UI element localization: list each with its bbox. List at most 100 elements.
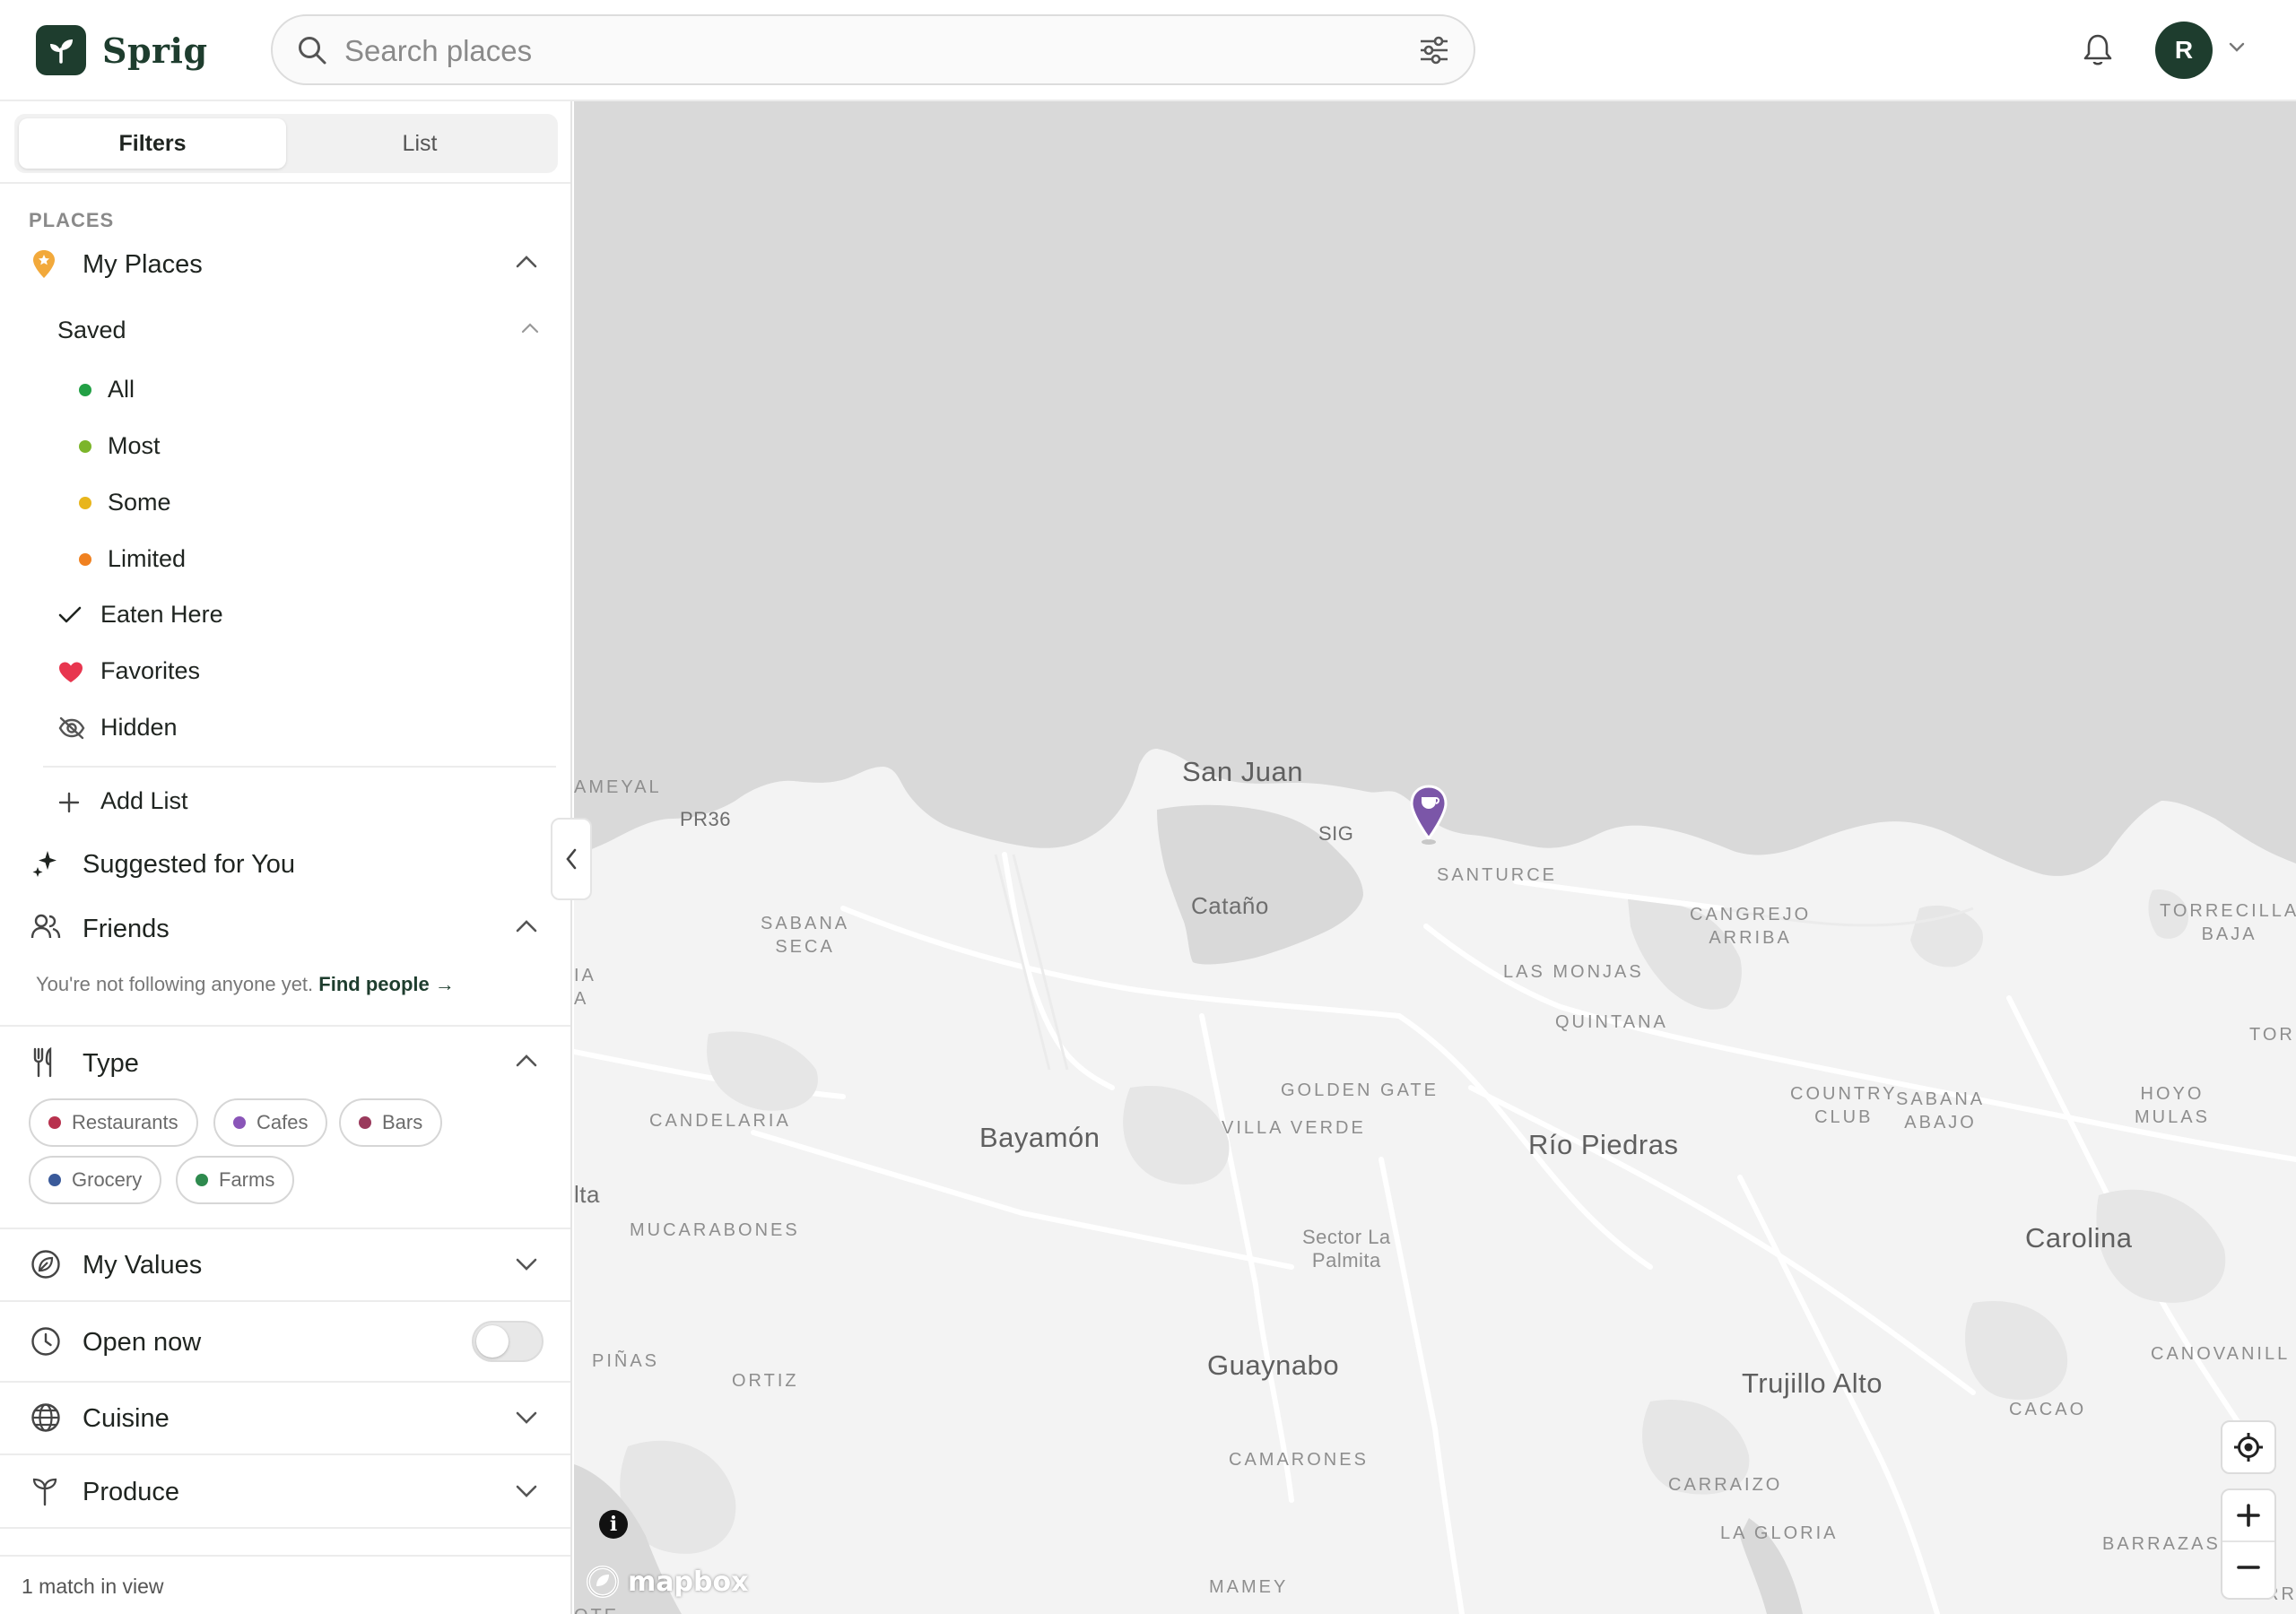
chevron-down-icon[interactable] bbox=[515, 1256, 538, 1277]
type-chip-bars[interactable]: Bars bbox=[339, 1098, 443, 1147]
sprout-icon bbox=[30, 1476, 59, 1506]
tab-filters[interactable]: Filters bbox=[19, 118, 286, 169]
produce-header[interactable]: Produce bbox=[0, 1469, 570, 1514]
search-icon bbox=[296, 34, 328, 71]
chevron-up-icon[interactable] bbox=[515, 254, 538, 274]
filter-sliders-icon[interactable] bbox=[1418, 36, 1450, 69]
map-label-la-gloria: LA GLORIA bbox=[1720, 1523, 1839, 1543]
map-label-guaynabo: Guaynabo bbox=[1207, 1349, 1340, 1381]
chip-label: Grocery bbox=[72, 1168, 143, 1191]
type-label: Type bbox=[83, 1049, 139, 1078]
divider bbox=[0, 1527, 570, 1529]
checkmark-icon bbox=[57, 604, 83, 630]
minus-icon bbox=[2237, 1566, 2260, 1569]
sidebar-tabs: Filters List bbox=[14, 114, 558, 173]
results-footer: 1 match in view bbox=[0, 1555, 570, 1614]
map-label-cacao: CACAO bbox=[2009, 1400, 2087, 1419]
cuisine-label: Cuisine bbox=[83, 1404, 170, 1433]
type-chip-restaurants[interactable]: Restaurants bbox=[29, 1098, 198, 1147]
hidden-label: Hidden bbox=[100, 714, 178, 741]
map-label-tor: TOR bbox=[2249, 1025, 2295, 1045]
my-values-header[interactable]: My Values bbox=[0, 1242, 570, 1287]
saved-filter-label: Limited bbox=[108, 545, 187, 572]
avatar[interactable]: R bbox=[2155, 22, 2213, 79]
chevron-down-icon[interactable] bbox=[515, 1410, 538, 1430]
friends-header[interactable]: Friends bbox=[0, 906, 570, 950]
map-label-mucarabones: MUCARABONES bbox=[630, 1220, 800, 1240]
map-label-carraizo: CARRAIZO bbox=[1668, 1475, 1783, 1495]
info-glyph: i bbox=[609, 1513, 618, 1536]
chip-dot bbox=[48, 1174, 61, 1186]
cuisine-header[interactable]: Cuisine bbox=[0, 1395, 570, 1440]
add-list-button[interactable]: Add List bbox=[0, 784, 570, 820]
status-dot bbox=[79, 384, 91, 396]
open-now-label: Open now bbox=[83, 1328, 202, 1357]
map-label-sabana-seca: SABANA SECA bbox=[761, 914, 850, 957]
saved-filter-limited[interactable]: Limited bbox=[0, 542, 570, 577]
type-chip-cafes[interactable]: Cafes bbox=[213, 1098, 328, 1147]
app-logo[interactable]: Sprig bbox=[36, 25, 208, 75]
map-label-camarones: CAMARONES bbox=[1229, 1450, 1369, 1470]
eaten-here-label: Eaten Here bbox=[100, 601, 223, 628]
friends-empty-note: You're not following anyone yet. Find pe… bbox=[36, 973, 455, 996]
saved-filter-most[interactable]: Most bbox=[0, 429, 570, 464]
chip-label: Farms bbox=[219, 1168, 275, 1191]
sprout-icon bbox=[36, 25, 86, 75]
avatar-initial: R bbox=[2174, 36, 2194, 64]
type-header[interactable]: Type bbox=[0, 1040, 570, 1085]
map-label-san-juan: San Juan bbox=[1182, 756, 1303, 787]
attribution-info-button[interactable]: i bbox=[599, 1510, 628, 1539]
map-pin-icon bbox=[30, 248, 57, 281]
geolocate-control[interactable] bbox=[2221, 1420, 2276, 1474]
map-label-quintana: QUINTANA bbox=[1555, 1012, 1668, 1032]
find-people-link[interactable]: Find people → bbox=[318, 973, 455, 995]
chevron-up-icon[interactable] bbox=[515, 1053, 538, 1073]
chevron-up-icon[interactable] bbox=[520, 322, 540, 339]
open-now-row: Open now bbox=[0, 1319, 570, 1364]
section-label-places: PLACES bbox=[29, 209, 115, 231]
locate-me-button[interactable] bbox=[2222, 1422, 2274, 1472]
zoom-in-button[interactable] bbox=[2222, 1490, 2274, 1540]
sparkles-icon bbox=[30, 848, 59, 879]
saved-header[interactable]: Saved bbox=[0, 313, 570, 349]
chevron-down-icon[interactable] bbox=[515, 1483, 538, 1504]
map-label-ortiz: ORTIZ bbox=[732, 1371, 799, 1391]
chevron-up-icon[interactable] bbox=[515, 918, 538, 939]
search-input[interactable] bbox=[344, 29, 1376, 74]
type-chip-grocery[interactable]: Grocery bbox=[29, 1156, 162, 1204]
map-view[interactable]: San Juan Cataño Bayamón Río Piedras Guay… bbox=[574, 101, 2296, 1614]
leaf-circle-icon bbox=[30, 1249, 61, 1280]
map-label-pinas: PIÑAS bbox=[592, 1351, 660, 1371]
map-label-rio-piedras: Río Piedras bbox=[1528, 1129, 1679, 1160]
toggle-knob bbox=[476, 1325, 509, 1358]
open-now-toggle[interactable] bbox=[472, 1321, 544, 1362]
zoom-out-button[interactable] bbox=[2222, 1542, 2274, 1592]
type-chip-farms[interactable]: Farms bbox=[176, 1156, 295, 1204]
clock-icon bbox=[30, 1326, 61, 1357]
mapbox-logo[interactable]: mapbox bbox=[585, 1564, 748, 1600]
chevron-down-icon[interactable] bbox=[2228, 41, 2246, 58]
filter-eaten-here[interactable]: Eaten Here bbox=[0, 597, 570, 633]
my-places-label: My Places bbox=[83, 250, 203, 279]
saved-filter-all[interactable]: All bbox=[0, 372, 570, 408]
zoom-control bbox=[2221, 1488, 2276, 1600]
bell-icon[interactable] bbox=[2081, 32, 2115, 73]
tab-list[interactable]: List bbox=[286, 118, 553, 169]
map-label-trujillo-alto: Trujillo Alto bbox=[1742, 1367, 1883, 1399]
status-dot bbox=[79, 553, 91, 566]
divider bbox=[0, 1381, 570, 1383]
chip-dot bbox=[196, 1174, 208, 1186]
saved-filter-some[interactable]: Some bbox=[0, 485, 570, 521]
eye-off-icon bbox=[57, 716, 86, 745]
my-places-header[interactable]: My Places bbox=[0, 241, 570, 286]
filter-favorites[interactable]: Favorites bbox=[0, 654, 570, 690]
filters-sidebar: Filters List PLACES My Places Saved All … bbox=[0, 101, 572, 1614]
filter-hidden[interactable]: Hidden bbox=[0, 710, 570, 746]
map-label-canovanill: CANOVANILL bbox=[2151, 1344, 2291, 1364]
collapse-sidebar-button[interactable] bbox=[551, 818, 592, 900]
chip-label: Cafes bbox=[257, 1111, 309, 1133]
map-label-cangrejo-arriba: CANGREJO ARRIBA bbox=[1690, 905, 1812, 948]
map-label-carolina: Carolina bbox=[2025, 1222, 2133, 1254]
suggested-for-you[interactable]: Suggested for You bbox=[0, 841, 570, 886]
top-bar: Sprig R bbox=[0, 0, 2296, 101]
